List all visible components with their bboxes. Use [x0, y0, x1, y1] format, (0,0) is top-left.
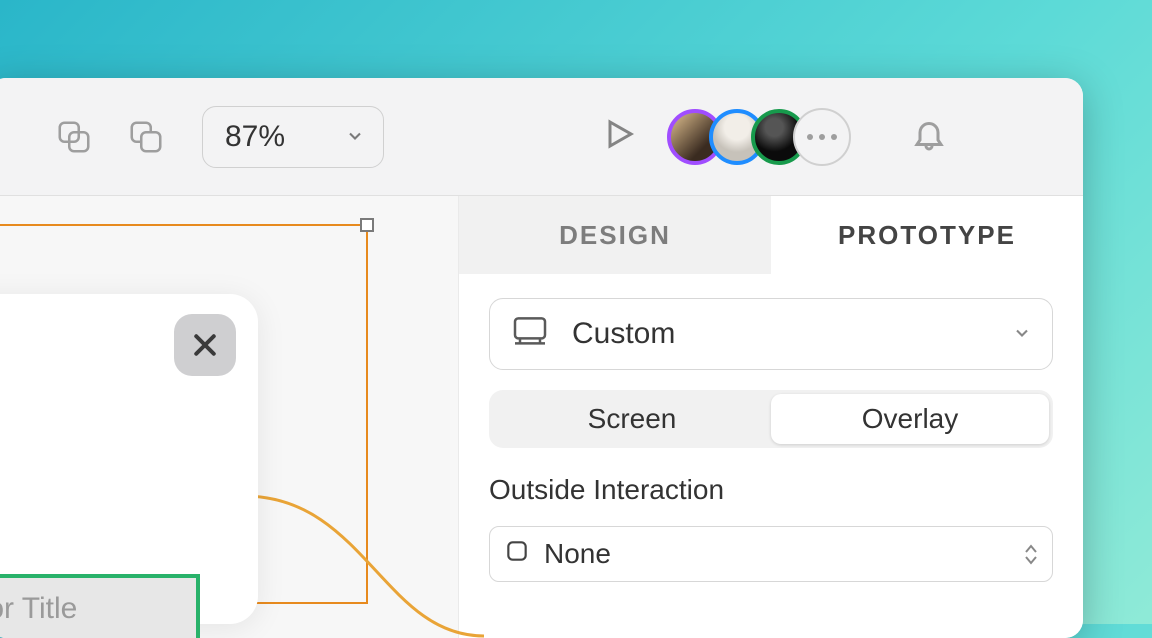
segment-label: Overlay: [862, 403, 958, 435]
segment-screen[interactable]: Screen: [493, 394, 771, 444]
inspector-panel: DESIGN PROTOTYPE Custom: [458, 196, 1083, 638]
tab-label: PROTOTYPE: [838, 220, 1016, 251]
selection-handle[interactable]: [360, 218, 374, 232]
square-icon: [504, 538, 530, 571]
segment-label: Screen: [588, 403, 677, 435]
tab-design[interactable]: DESIGN: [459, 196, 771, 274]
boolean-union-button[interactable]: [38, 106, 110, 168]
presentation-mode-segmented: Screen Overlay: [489, 390, 1053, 448]
toolbar-center: [384, 108, 1063, 166]
zoom-value: 87%: [225, 120, 285, 154]
outside-interaction-label: Outside Interaction: [489, 474, 1053, 506]
segment-overlay[interactable]: Overlay: [771, 394, 1049, 444]
tab-label: DESIGN: [559, 220, 671, 251]
toolbar: 87%: [0, 78, 1083, 196]
chevron-down-icon: [345, 120, 365, 154]
artboard-card[interactable]: y or Title: [0, 294, 258, 624]
artboard-icon: [510, 310, 550, 358]
zoom-dropdown[interactable]: 87%: [202, 106, 384, 168]
play-button[interactable]: [601, 116, 637, 157]
collaborator-avatars: [667, 108, 851, 166]
tab-prototype[interactable]: PROTOTYPE: [771, 196, 1083, 274]
app-window: 87%: [0, 78, 1083, 638]
avatar-overflow-button[interactable]: [793, 108, 851, 166]
toolbar-left: 87%: [38, 106, 384, 168]
inspector-tabs: DESIGN PROTOTYPE: [459, 196, 1083, 274]
notifications-button[interactable]: [911, 116, 947, 157]
design-canvas[interactable]: y or Title: [0, 196, 458, 638]
main-area: y or Title DESIGN PROTOTYPE: [0, 196, 1083, 638]
artboard-type-value: Custom: [572, 317, 675, 351]
boolean-subtract-button[interactable]: [110, 106, 182, 168]
inspector-body: Custom Screen Overlay Outside Interactio…: [459, 274, 1083, 606]
chevron-down-icon: [1012, 317, 1032, 351]
stepper-icon: [1024, 544, 1038, 565]
outside-interaction-dropdown[interactable]: None: [489, 526, 1053, 582]
title-placeholder: y or Title: [0, 592, 77, 626]
close-button[interactable]: [174, 314, 236, 376]
outside-interaction-value: None: [544, 538, 611, 570]
title-input[interactable]: y or Title: [0, 574, 200, 638]
artboard-type-dropdown[interactable]: Custom: [489, 298, 1053, 370]
